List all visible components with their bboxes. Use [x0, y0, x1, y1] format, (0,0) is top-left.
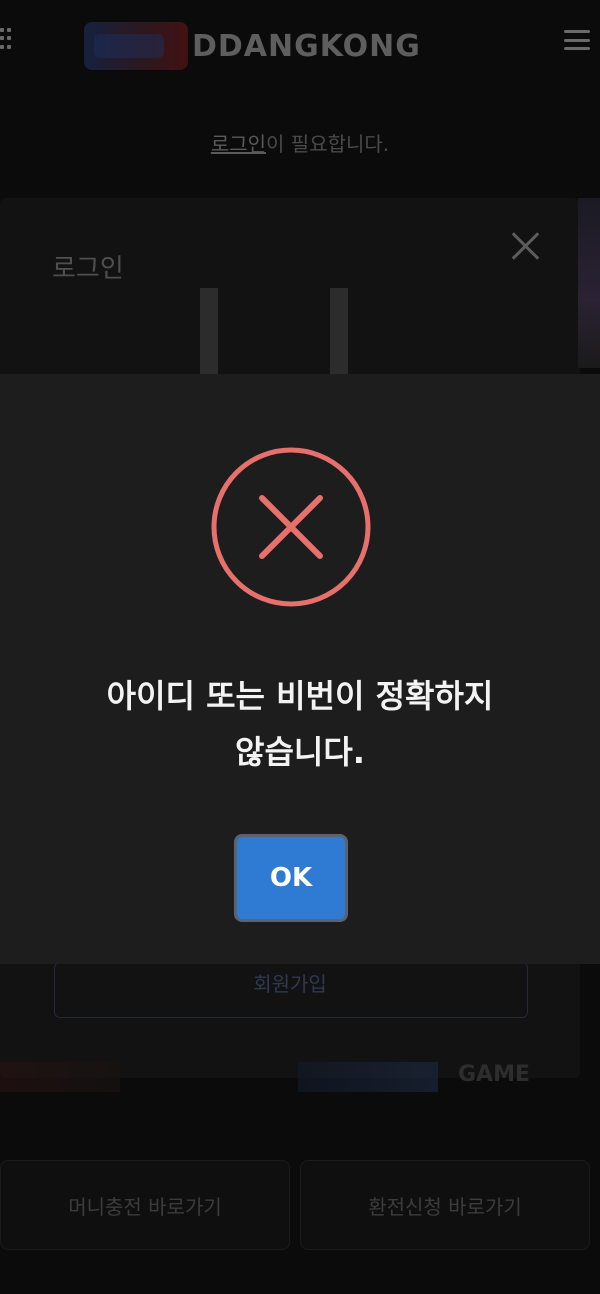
exchange-request-button[interactable]: 환전신청 바로가기: [300, 1160, 590, 1250]
close-icon[interactable]: [508, 228, 544, 264]
money-charge-button[interactable]: 머니충전 바로가기: [0, 1160, 290, 1250]
ok-button[interactable]: OK: [234, 834, 348, 922]
banner-art-left: [0, 1062, 120, 1092]
login-panel-title: 로그인: [52, 254, 124, 284]
error-message-line2: 않습니다.: [235, 733, 365, 771]
grid-icon[interactable]: [0, 28, 14, 50]
money-charge-label: 머니충전 바로가기: [68, 1194, 222, 1219]
error-message-line1: 아이디 또는 비번이 정확하지: [106, 677, 494, 715]
header: DDANGKONG: [0, 0, 600, 90]
menu-icon[interactable]: [564, 30, 590, 50]
login-required-notice: 로그인이 필요합니다.: [0, 128, 600, 157]
exchange-request-label: 환전신청 바로가기: [368, 1194, 522, 1219]
signup-label: 회원가입: [253, 972, 327, 996]
side-banner-art: [578, 198, 600, 368]
logo-badge: [84, 22, 188, 70]
screen: DDANGKONG 로그인이 필요합니다. 로그인 회원가입 GAME 머니충전…: [0, 0, 600, 1294]
error-message: 아이디 또는 비번이 정확하지 않습니다.: [60, 668, 540, 780]
logo-text: DDANGKONG: [192, 28, 421, 64]
error-x-circle-icon: [211, 447, 371, 607]
game-label: GAME: [458, 1062, 531, 1087]
background-logo-art: [170, 288, 370, 378]
banner-art-middle: [298, 1062, 438, 1092]
site-logo[interactable]: DDANGKONG: [84, 22, 421, 70]
login-link[interactable]: 로그인: [211, 132, 266, 156]
login-required-text: 이 필요합니다.: [266, 132, 390, 156]
